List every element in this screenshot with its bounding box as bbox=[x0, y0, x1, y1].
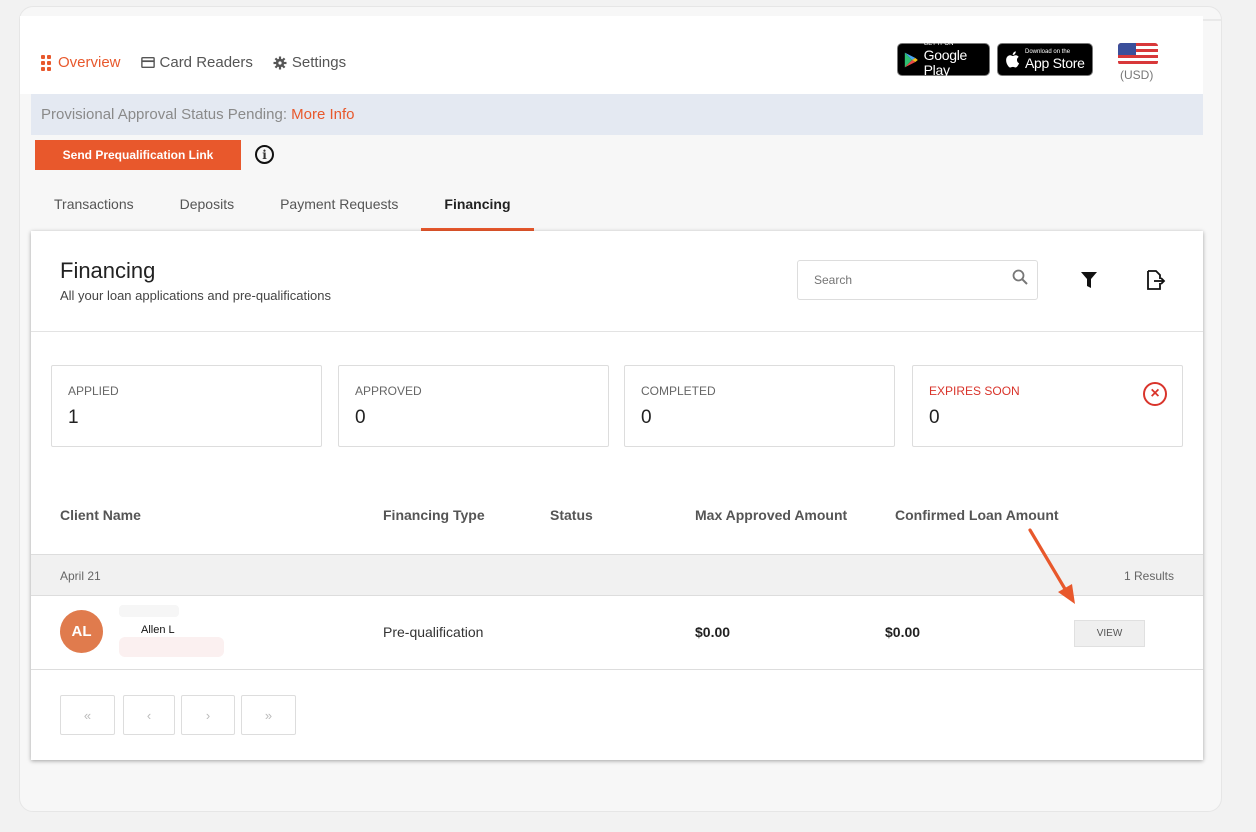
nav-card-readers-label: Card Readers bbox=[159, 54, 253, 71]
grid-icon bbox=[39, 54, 53, 71]
stat-applied-value: 1 bbox=[68, 407, 79, 428]
financing-type: Pre-qualification bbox=[383, 624, 484, 640]
us-flag-icon[interactable] bbox=[1118, 43, 1158, 65]
approval-banner: Provisional Approval Status Pending: Mor… bbox=[31, 94, 1203, 135]
stat-expires-soon: EXPIRES SOON 0 × bbox=[912, 365, 1183, 447]
app-store-big: App Store bbox=[1025, 54, 1085, 71]
stat-expires-soon-label: EXPIRES SOON bbox=[929, 384, 1020, 398]
stat-approved-value: 0 bbox=[355, 407, 366, 428]
search-input[interactable] bbox=[797, 260, 1038, 300]
group-date: April 21 bbox=[60, 569, 101, 583]
nav-card-readers[interactable]: Card Readers bbox=[140, 54, 253, 71]
send-prequalification-button[interactable]: Send Prequalification Link bbox=[35, 140, 241, 170]
stat-applied: APPLIED 1 bbox=[51, 365, 322, 447]
view-button[interactable]: VIEW bbox=[1074, 620, 1145, 647]
apple-icon bbox=[1006, 51, 1019, 68]
redacted-text bbox=[119, 637, 224, 657]
gear-icon bbox=[273, 56, 287, 70]
google-play-big: Google Play bbox=[923, 47, 968, 78]
stat-approved-label: APPROVED bbox=[355, 384, 422, 398]
col-max-approved[interactable]: Max Approved Amount bbox=[695, 507, 847, 523]
close-circle-icon[interactable]: × bbox=[1143, 382, 1167, 406]
redacted-text bbox=[119, 605, 179, 617]
card-reader-icon bbox=[140, 56, 155, 70]
nav-overview[interactable]: Overview bbox=[39, 54, 121, 71]
banner-text: Provisional Approval Status Pending: bbox=[41, 106, 292, 123]
export-icon[interactable] bbox=[1144, 269, 1166, 291]
col-confirmed-loan[interactable]: Confirmed Loan Amount bbox=[895, 507, 1059, 523]
first-page-button[interactable]: « bbox=[60, 695, 115, 735]
stat-approved: APPROVED 0 bbox=[338, 365, 609, 447]
col-status[interactable]: Status bbox=[550, 507, 593, 523]
main-nav: Overview Card Readers Settings bbox=[39, 54, 346, 71]
stat-completed-value: 0 bbox=[641, 407, 652, 428]
tab-financing[interactable]: Financing bbox=[421, 186, 534, 231]
stat-completed-label: COMPLETED bbox=[641, 384, 716, 398]
google-play-icon bbox=[904, 52, 918, 67]
next-page-button[interactable]: › bbox=[181, 695, 235, 735]
financing-card: Financing All your loan applications and… bbox=[31, 231, 1203, 760]
search-icon[interactable] bbox=[1012, 269, 1028, 285]
nav-settings-label: Settings bbox=[291, 54, 347, 71]
confirmed-loan-amount: $0.00 bbox=[885, 624, 921, 640]
tab-transactions[interactable]: Transactions bbox=[31, 186, 157, 231]
filter-icon[interactable] bbox=[1079, 270, 1099, 290]
last-page-button[interactable]: » bbox=[241, 695, 296, 735]
table-row: AL Allen L Pre-qualification $0.00 $0.00… bbox=[31, 596, 1203, 670]
client-name: Allen L bbox=[141, 624, 175, 636]
stat-applied-label: APPLIED bbox=[68, 384, 119, 398]
more-info-link[interactable]: More Info bbox=[291, 106, 354, 123]
page-subtitle: All your loan applications and pre-quali… bbox=[60, 288, 331, 303]
google-play-badge[interactable]: GET IT ON Google Play bbox=[897, 41, 990, 78]
prev-page-button[interactable]: ‹ bbox=[123, 695, 175, 735]
avatar: AL bbox=[60, 610, 103, 653]
nav-overview-label: Overview bbox=[58, 54, 121, 71]
col-client-name[interactable]: Client Name bbox=[60, 507, 141, 523]
tab-payment-requests[interactable]: Payment Requests bbox=[257, 186, 421, 231]
tab-bar: Transactions Deposits Payment Requests F… bbox=[31, 186, 534, 231]
stat-completed: COMPLETED 0 bbox=[624, 365, 895, 447]
max-approved-amount: $0.00 bbox=[695, 624, 731, 640]
stat-expires-soon-value: 0 bbox=[929, 407, 940, 428]
page-title: Financing bbox=[60, 258, 156, 283]
currency-label: (USD) bbox=[1120, 68, 1154, 82]
tab-deposits[interactable]: Deposits bbox=[157, 186, 257, 231]
col-financing-type[interactable]: Financing Type bbox=[383, 507, 485, 523]
header-divider bbox=[31, 331, 1203, 332]
app-store-badge[interactable]: Download on the App Store bbox=[997, 43, 1093, 76]
nav-settings[interactable]: Settings bbox=[273, 54, 346, 71]
date-group-header: April 21 1 Results bbox=[31, 554, 1203, 596]
results-count: 1 Results bbox=[1123, 569, 1174, 583]
info-icon[interactable]: i bbox=[255, 145, 274, 164]
